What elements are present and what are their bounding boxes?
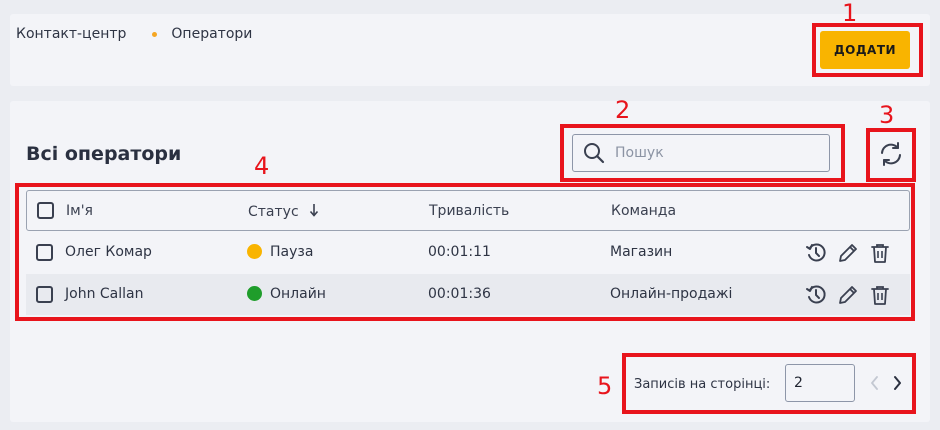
header-panel [10,14,930,86]
breadcrumb-contact-center[interactable]: Контакт-центр [16,26,126,42]
annotation-box-3 [866,128,916,182]
annotation-box-5 [622,353,916,414]
breadcrumb-operators: Оператори [171,26,253,42]
annotation-box-1 [812,23,923,77]
annotation-number-1: 1 [842,0,858,27]
annotation-number-4: 4 [254,152,270,180]
annotation-number-2: 2 [615,96,631,124]
page-title: Всі оператори [26,143,182,165]
breadcrumb-separator-dot [152,31,158,37]
annotation-box-4 [15,183,915,321]
breadcrumb: Контакт-центр Оператори [16,26,252,42]
annotation-number-3: 3 [879,101,895,129]
annotation-box-2 [560,124,845,182]
annotation-number-5: 5 [597,372,613,400]
